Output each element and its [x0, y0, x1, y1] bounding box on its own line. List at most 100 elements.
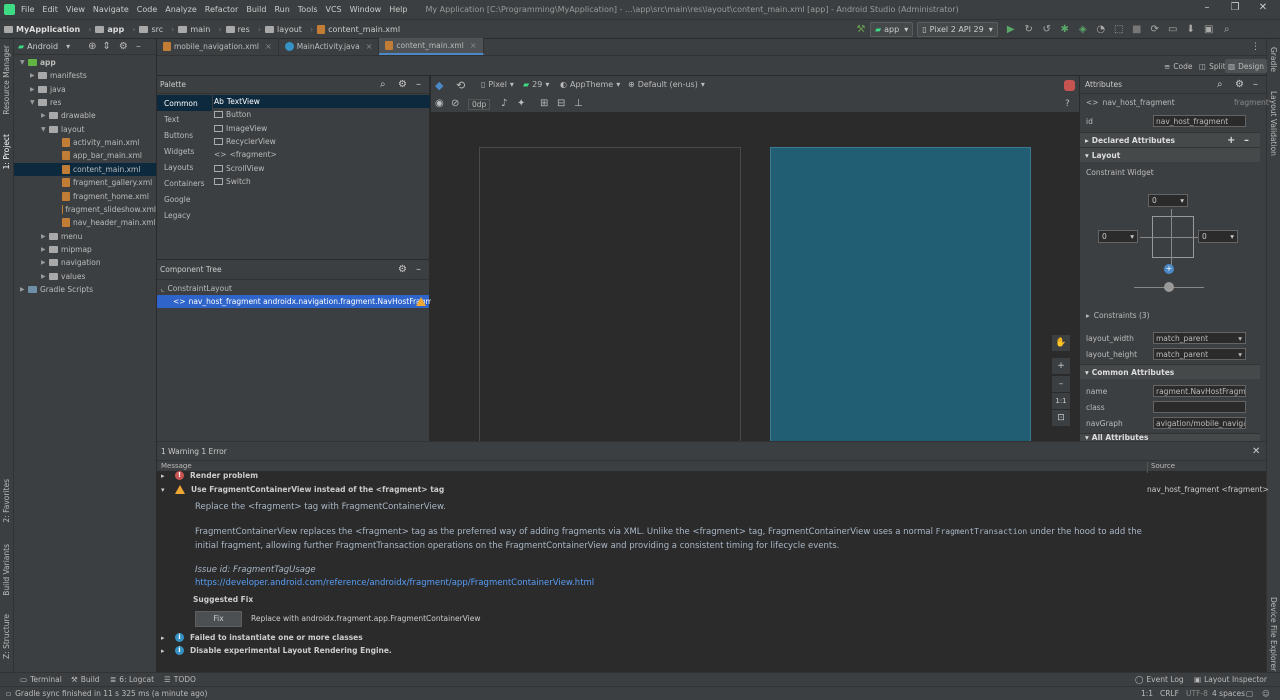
gear-icon[interactable]: ⚙ — [398, 79, 407, 90]
menu-file[interactable]: File — [21, 5, 34, 14]
default-margin-field[interactable]: 0dp — [468, 99, 491, 110]
terminal-tab[interactable]: ▭ Terminal — [20, 675, 62, 684]
event-log-tab[interactable]: ◯ Event Log — [1135, 675, 1184, 684]
breadcrumb-res[interactable]: res — [225, 25, 250, 34]
device-selector[interactable]: ▯ Pixel ▾ — [481, 80, 514, 89]
view-options-icon[interactable]: ◉ — [435, 98, 444, 109]
caret-position[interactable]: 1:1 — [1141, 689, 1153, 698]
render-problem-row[interactable]: ▸! Render problem — [161, 469, 258, 482]
design-canvas[interactable]: ✋ + – 1:1 ⊡ — [431, 113, 1079, 447]
disable-engine-row[interactable]: ▸ i Disable experimental Layout Rendering … — [161, 644, 392, 657]
menu-vcs[interactable]: VCS — [326, 5, 342, 14]
search-icon[interactable]: ⌕ — [1217, 79, 1223, 90]
build-variants-tool-tab[interactable]: Build Variants — [2, 544, 11, 596]
breadcrumb-src[interactable]: src — [139, 25, 163, 34]
align-icon[interactable]: ⊟ — [557, 98, 565, 109]
chevron-down-icon[interactable]: ▼ — [41, 126, 49, 133]
logcat-tab[interactable]: ≣ 6: Logcat — [110, 675, 154, 684]
menu-refactor[interactable]: Refactor — [205, 5, 239, 14]
breadcrumb-main[interactable]: main — [178, 25, 210, 34]
constraints-row[interactable]: ▸ Constraints (3) — [1086, 311, 1150, 320]
maximize-icon[interactable]: ❐ — [1228, 2, 1242, 16]
pack-icon[interactable]: ⊞ — [540, 98, 548, 109]
run-icon[interactable]: ▶ — [1005, 24, 1017, 36]
gear-icon[interactable]: ⚙ — [119, 41, 128, 52]
layout-validation-tool-tab[interactable]: Layout Validation — [1269, 91, 1278, 156]
fragment-warning-row[interactable]: ▾ Use FragmentContainerView instead of th… — [161, 483, 1269, 496]
breadcrumb-layout[interactable]: layout — [264, 25, 302, 34]
project-tree-item[interactable]: ▶ mipmap — [14, 243, 156, 256]
project-tree-item[interactable]: ▶ values — [14, 270, 156, 283]
close-window-icon[interactable]: ✕ — [1256, 2, 1270, 16]
project-tree-item[interactable]: app_bar_main.xml — [14, 149, 156, 162]
zoom-to-fit-icon[interactable]: ⊡ — [1052, 410, 1070, 426]
palette-category[interactable]: Containers — [157, 175, 212, 191]
menu-run[interactable]: Run — [274, 5, 289, 14]
profile-icon[interactable]: ◔ — [1095, 24, 1107, 36]
project-tree-item[interactable]: ▶ navigation — [14, 256, 156, 269]
hide-panel-icon[interactable]: – — [416, 264, 421, 275]
breadcrumb-file[interactable]: content_main.xml — [317, 24, 400, 34]
project-tree-item[interactable]: ▼ layout — [14, 123, 156, 136]
tree-node-constraintlayout[interactable]: ⌞ ConstraintLayout — [161, 282, 232, 295]
add-icon[interactable]: + — [1227, 135, 1235, 146]
layout-inspector-icon[interactable]: ▣ — [1203, 24, 1215, 36]
line-separator[interactable]: CRLF — [1160, 689, 1179, 698]
project-tool-tab[interactable]: 1: Project — [2, 134, 11, 169]
palette-item[interactable]: ScrollView — [213, 162, 430, 175]
pan-hand-icon[interactable]: ✋ — [1052, 335, 1070, 351]
search-everywhere-icon[interactable]: ⌕ — [1221, 24, 1233, 36]
design-mode-button[interactable]: ▨ Design — [1225, 59, 1267, 73]
search-icon[interactable]: ⌕ — [380, 79, 386, 90]
gradle-tool-tab[interactable]: Gradle — [1269, 47, 1278, 72]
palette-item[interactable]: Button — [213, 108, 430, 121]
device-dropdown[interactable]: ▯ Pixel 2 API 29 ▾ — [917, 22, 998, 37]
project-tree-item[interactable]: nav_header_main.xml — [14, 216, 156, 229]
autoconnect-icon[interactable]: ⊘ — [451, 98, 459, 109]
project-tree-item[interactable]: ▼ res — [14, 96, 156, 109]
apply-code-changes-icon[interactable]: ↺ — [1041, 24, 1053, 36]
device-file-explorer-tab[interactable]: Device File Explorer — [1269, 597, 1278, 671]
source-column-header[interactable]: Source — [1147, 462, 1175, 473]
palette-item[interactable]: Switch — [213, 175, 430, 188]
name-field[interactable]: ragment.NavHostFragment — [1153, 385, 1246, 397]
chevron-down-icon[interactable]: ▼ — [30, 99, 38, 106]
resource-manager-tab[interactable]: Resource Manager — [2, 45, 11, 115]
palette-category[interactable]: Google — [157, 191, 212, 207]
tab-mobile-navigation[interactable]: mobile_navigation.xml × — [157, 38, 279, 55]
layout-width-dropdown[interactable]: match_parent ▾ — [1153, 332, 1246, 344]
breadcrumb-app[interactable]: app — [95, 25, 124, 34]
menu-edit[interactable]: Edit — [42, 5, 58, 14]
file-encoding[interactable]: UTF-8 — [1186, 689, 1208, 698]
gear-icon[interactable]: ⚙ — [1235, 79, 1244, 90]
close-tab-icon[interactable]: × — [470, 41, 477, 50]
project-tree-item[interactable]: fragment_gallery.xml — [14, 176, 156, 189]
zoom-out-icon[interactable]: – — [1052, 376, 1070, 392]
breadcrumb-project[interactable]: MyApplication — [4, 25, 80, 34]
menu-help[interactable]: Help — [389, 5, 407, 14]
sync-icon[interactable]: ⟳ — [1149, 24, 1161, 36]
error-indicator-icon[interactable] — [1064, 80, 1075, 91]
bias-slider[interactable] — [1164, 282, 1174, 292]
attach-debugger-icon[interactable]: ⬚ — [1113, 24, 1125, 36]
close-icon[interactable]: ✕ — [1252, 446, 1260, 457]
layout-height-dropdown[interactable]: match_parent ▾ — [1153, 348, 1246, 360]
theme-selector[interactable]: ◐ AppTheme ▾ — [560, 80, 620, 89]
project-tree-item[interactable]: ▶ menu — [14, 230, 156, 243]
chevron-right-icon[interactable]: ▶ — [30, 86, 38, 93]
palette-item[interactable]: ImageView — [213, 122, 430, 135]
build-tab[interactable]: ⚒ Build — [71, 675, 100, 684]
clear-constraints-icon[interactable]: ♪ — [501, 98, 507, 109]
collapse-all-icon[interactable]: ⇕ — [103, 41, 111, 52]
design-view[interactable] — [770, 147, 1031, 447]
coverage-icon[interactable]: ◈ — [1077, 24, 1089, 36]
chevron-right-icon[interactable]: ▶ — [20, 286, 28, 293]
fix-button[interactable]: Fix — [195, 611, 242, 627]
project-tree-item[interactable]: activity_main.xml — [14, 136, 156, 149]
layers-icon[interactable]: ◆ — [435, 79, 443, 92]
close-tab-icon[interactable]: × — [366, 42, 373, 51]
project-tree-item[interactable]: ▶ Gradle Scripts — [14, 283, 156, 296]
margin-top-dropdown[interactable]: 0 ▾ — [1148, 194, 1188, 207]
margin-right-dropdown[interactable]: 0 ▾ — [1198, 230, 1238, 243]
palette-category[interactable]: Common — [157, 95, 212, 111]
